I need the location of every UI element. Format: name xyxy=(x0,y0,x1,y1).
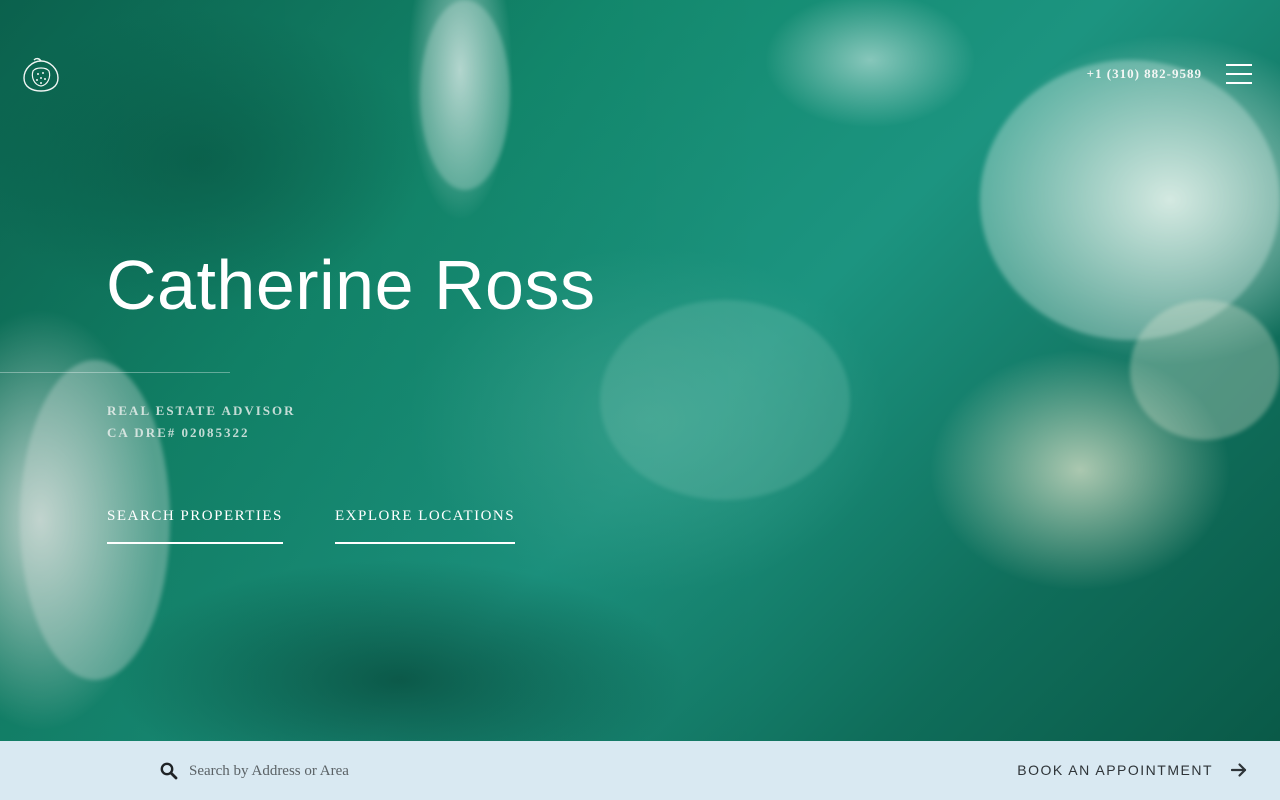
explore-locations-link[interactable]: EXPLORE LOCATIONS xyxy=(335,508,516,544)
search-properties-link[interactable]: SEARCH PROPERTIES xyxy=(107,508,283,544)
search-input[interactable] xyxy=(189,758,589,784)
book-appointment-button[interactable]: BOOK AN APPOINTMENT xyxy=(1017,762,1213,778)
divider xyxy=(0,372,230,373)
agent-name: Catherine Ross xyxy=(106,246,596,324)
search-icon xyxy=(160,762,178,780)
logo-icon[interactable] xyxy=(20,57,62,93)
agent-credentials: REAL ESTATE ADVISOR CA DRE# 02085322 xyxy=(107,400,296,444)
license-number: CA DRE# 02085322 xyxy=(107,425,250,440)
hamburger-menu-icon[interactable] xyxy=(1226,64,1252,86)
hero-background xyxy=(0,0,1280,741)
phone-link[interactable]: +1 (310) 882-9589 xyxy=(1087,66,1202,82)
bottom-bar: BOOK AN APPOINTMENT xyxy=(0,741,1280,800)
arrow-right-icon[interactable] xyxy=(1230,762,1247,778)
role-title: REAL ESTATE ADVISOR xyxy=(107,403,296,418)
